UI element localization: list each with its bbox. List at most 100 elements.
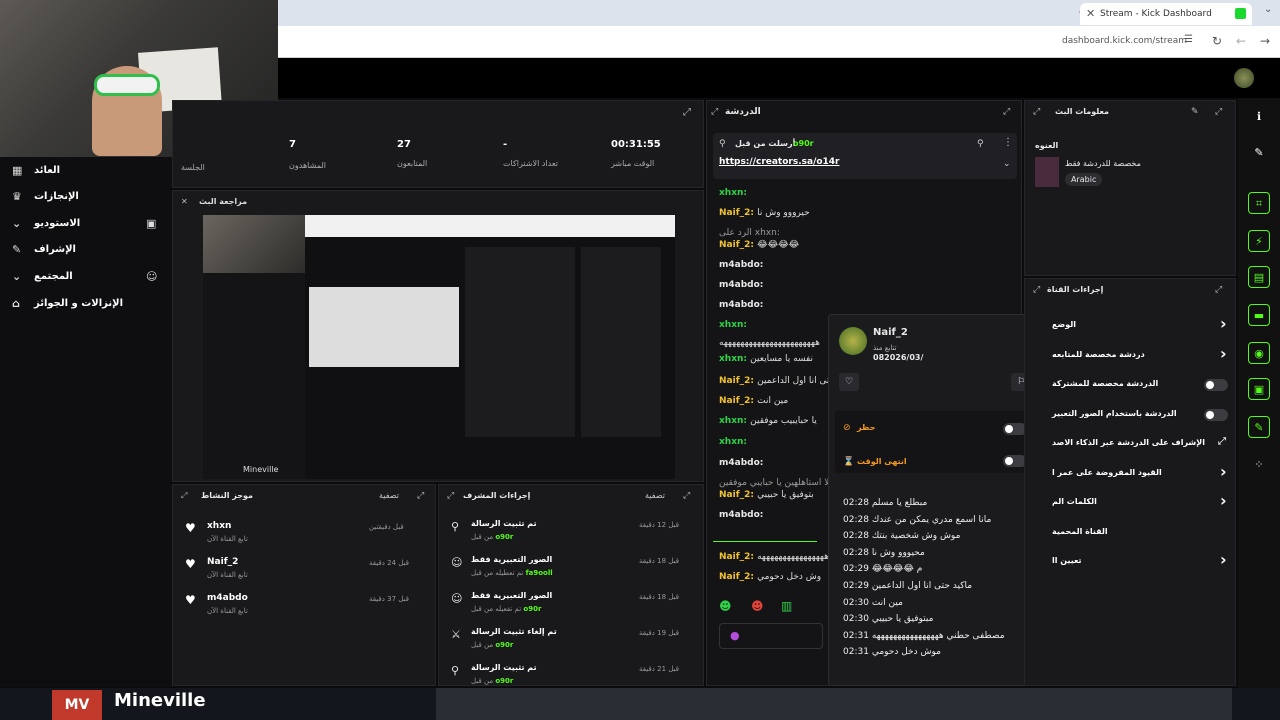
mod-action-item[interactable]: ☺ الصور التعبيرية فقط تم تعطيله من قبل f… [439,553,705,585]
sidebar-item-achievements[interactable]: ♛ الإنجازات [0,185,172,211]
expand-icon[interactable]: ⤢ [417,491,424,501]
chat-message[interactable]: Naif_2: مين انت [719,396,788,414]
pin-icon[interactable]: ⚲ [977,139,984,149]
chat-message[interactable]: xhxn: [719,188,747,206]
tools-icon[interactable]: ✎ [1248,416,1270,438]
emote-icon[interactable]: ▥ [781,599,792,613]
chat-username[interactable]: Naif_2: [719,490,757,500]
chat-username[interactable]: xhxn: [719,416,750,426]
expand-icon[interactable]: ⤢ [181,491,187,501]
chat-message[interactable]: m4abdo: [719,458,763,476]
forward-icon[interactable]: ← [1236,34,1246,48]
chat-username[interactable]: m4abdo: [719,280,763,290]
chat-username[interactable]: Naif_2: [719,240,757,250]
chat-message[interactable]: xhxn: [719,437,747,455]
expand-icon[interactable]: ⤢ [683,491,690,501]
back-icon[interactable]: → [1260,34,1270,48]
chat-username[interactable]: xhxn: [719,188,747,198]
sidebar-item-moderation[interactable]: ✎ الإشراف [0,238,172,264]
expand-icon[interactable]: ⤢ [1033,107,1040,117]
close-icon[interactable]: ✕ [1086,3,1095,25]
pinned-link[interactable]: https://creators.sa/o14r [719,157,840,167]
chat-message[interactable]: Naif_2: بتوفيق يا حبيبي [719,490,814,508]
chat-username[interactable]: m4abdo: [719,300,763,310]
channel-action-row[interactable]: تعيين اا › [1030,548,1235,574]
mod-action-item[interactable]: ⚲ تم تثبيت الرسالة من قبل o90r قبل 12 دق… [439,517,705,549]
reload-icon[interactable]: ↻ [1212,34,1222,48]
chat-username[interactable]: m4abdo: [719,260,763,270]
chevron-right-icon[interactable]: › [1220,314,1227,333]
chat-message[interactable]: xhxn: [719,320,747,338]
chevron-right-icon[interactable]: › [1220,491,1227,510]
chat-username[interactable]: Naif_2: [719,552,757,562]
sidebar-item-revenue[interactable]: ▦ العائد [0,159,172,185]
channel-action-row[interactable]: القيود المفروضة على عمر ا › [1030,460,1235,486]
poll-icon[interactable]: ▤ [1248,266,1270,288]
emote-icon[interactable]: ☻ [751,599,764,613]
chat-username[interactable]: Naif_2: [719,396,757,406]
browser-tab[interactable]: ✕ Stream - Kick Dashboard [1080,3,1252,25]
sidebar-item-studio[interactable]: ⌄ الاستوديو ▣ [0,212,172,238]
chat-message[interactable]: Naif_2: حيرووو وش نا [719,208,810,226]
expand-icon[interactable]: ⤢ [1215,107,1222,117]
chat-message[interactable]: m4abdo: [719,260,763,278]
activity-item[interactable]: ♥ m4abdo تابع القناة الآن قبل 37 دقيقة [173,591,437,623]
toggle-switch[interactable] [1204,379,1228,391]
channel-action-row[interactable]: الوضع › [1030,312,1235,338]
chat-message[interactable]: Naif_2: 😂😂😂😂 [719,240,799,258]
modactions-filter[interactable]: تصفية [645,491,665,500]
emote-icon[interactable]: ☻ [719,599,732,613]
chat-input[interactable]: ● [719,623,823,649]
chevron-right-icon[interactable]: › [1220,462,1227,481]
chat-username[interactable]: Naif_2: [719,572,757,582]
expand-icon[interactable]: ⤢ [1033,285,1040,295]
expand-icon[interactable]: ⤢ [683,107,691,118]
external-link-icon[interactable]: ⤢ [1218,436,1226,447]
activity-item[interactable]: ♥ Naif_2 تابع القناة الآن قبل 24 دقيقة [173,555,437,587]
chevron-right-icon[interactable]: › [1220,550,1227,569]
sidebar-item-drops[interactable]: ⌂ الإنزالات و الجوائز [0,292,172,318]
expand-icon[interactable]: ⤢ [447,491,454,501]
chat-message[interactable]: m4abdo: [719,280,763,298]
chevron-right-icon[interactable]: › [1220,344,1227,363]
more-icon[interactable]: ⁘ [1248,454,1270,476]
more-icon[interactable]: ⋮ [1003,137,1013,148]
chat-username[interactable]: xhxn: [719,354,750,364]
pen-icon[interactable]: ✎ [1248,142,1270,164]
stream-preview-video[interactable]: Mineville [203,215,675,479]
pinned-message[interactable]: ⚲ أرسلت من قبل o90r ⚲ ⋮ https://creators… [713,133,1017,179]
avatar[interactable] [1234,68,1254,88]
edit-icon[interactable]: ✎ [1191,107,1199,117]
chat-username[interactable]: Naif_2: [719,376,757,386]
channel-action-row[interactable]: الدردشة باستخدام الصور التعبير [1030,401,1235,427]
expand-icon[interactable]: ⤢ [1215,285,1222,295]
lightning-icon[interactable]: ⚡ [1248,230,1270,252]
chat-username[interactable]: xhxn: [719,320,747,330]
layout-icon[interactable]: ▣ [1248,378,1270,400]
activity-filter[interactable]: تصفية [379,491,399,500]
close-icon[interactable]: ✕ [181,197,188,206]
channel-action-row[interactable]: دردشة مخصصة للمتابعه › [1030,342,1235,368]
chat-message[interactable]: xhxn: نفسه يا مسايعين [719,354,813,372]
mod-action-item[interactable]: ⚔ تم إلغاء تثبيت الرسالة من قبل o90r قبل… [439,625,705,657]
chat-message[interactable]: Naif_2: ههههههههههههههههه [719,552,829,570]
mod-action-item[interactable]: ⚲ تم تثبيت الرسالة من قبل o90r قبل 21 دق… [439,661,705,685]
mod-action-item[interactable]: ☺ الصور التعبيرية فقط تم تفعيله من قبل o… [439,589,705,621]
channel-action-row[interactable]: الإشراف على الدردشة عبر الذكاء الاصد ⤢ [1030,430,1235,456]
url-text[interactable]: dashboard.kick.com/stream [1062,36,1187,46]
chat-message[interactable]: Naif_2: وش دخل دحومي [719,572,821,590]
expand-icon[interactable]: ⤢ [1003,107,1010,117]
chevron-down-icon[interactable]: ⌄ [1003,159,1011,169]
clip-icon[interactable]: ⌗ [1248,192,1270,214]
sidebar-item-community[interactable]: ⌄ المجتمع ☺ [0,265,172,291]
chat-icon[interactable]: ▬ [1248,304,1270,326]
chat-message[interactable]: m4abdo: [719,510,763,528]
channel-action-row[interactable]: الدردشة مخصصة للمشتركة [1030,371,1235,397]
chat-username[interactable]: m4abdo: [719,458,763,468]
activity-item[interactable]: ♥ xhxn تابع القناة الآن قبل دقيقتين [173,519,437,551]
broadcast-icon[interactable]: ◉ [1248,342,1270,364]
info-icon[interactable]: ℹ [1248,106,1270,128]
chat-username[interactable]: xhxn: [719,437,747,447]
chat-username[interactable]: Naif_2: [719,208,757,218]
language-tag[interactable]: Arabic [1065,173,1103,186]
